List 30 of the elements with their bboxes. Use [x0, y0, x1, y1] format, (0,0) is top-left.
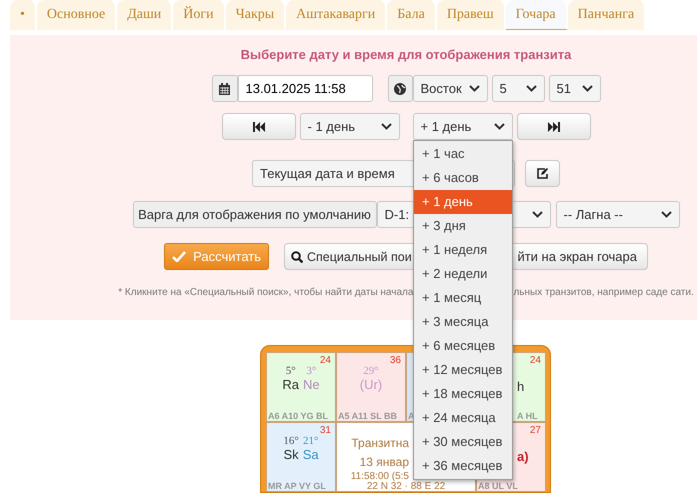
planet-label: Ne — [303, 377, 320, 392]
house-tags: A HL — [517, 411, 538, 421]
planet-label: Ra — [282, 377, 299, 392]
house-tags: A6 A10 YG BL — [268, 411, 328, 421]
house-number: 31 — [320, 425, 331, 436]
planet-degree: 16° — [283, 435, 299, 447]
chart-caption: 11:58:00 (5:5 — [350, 472, 409, 482]
chart-caption: 13 январ — [360, 454, 409, 471]
house-tags: A5 A11 SL BB — [338, 411, 398, 421]
planet-label: Sk — [283, 447, 299, 462]
planet-label: (Ur) — [360, 377, 382, 392]
planet-degree: 3° — [306, 365, 316, 377]
chart-caption: 22 N 32 · 88 E 22 — [366, 482, 446, 492]
hint-text: * Кликните на «Специальный поиск», чтобы найти даты начала — [118, 287, 414, 298]
house-number: 24 — [530, 355, 541, 366]
house-number: 27 — [530, 425, 541, 436]
planet-label: a) — [517, 449, 529, 464]
planet-degree: 21° — [303, 435, 318, 447]
planet-label: h — [517, 379, 524, 394]
planet-degree: 5° — [286, 365, 296, 377]
varga-label: Варга для отображения по умолчанию — [132, 201, 376, 228]
hint-text: льных транзитов, например саде сати. — [513, 287, 694, 298]
house-tags: MR AP VY GL — [268, 481, 326, 491]
form-heading: Выберите дату и время для отображения транзита — [240, 47, 572, 62]
house-tags: A8 UL VL — [478, 481, 518, 491]
house-number: 24 — [320, 355, 331, 366]
chart-caption: Транзитна — [351, 435, 409, 452]
planet-label: Sa — [302, 447, 319, 462]
house-number: 36 — [390, 355, 401, 366]
planet-degree: 29° — [363, 365, 379, 377]
